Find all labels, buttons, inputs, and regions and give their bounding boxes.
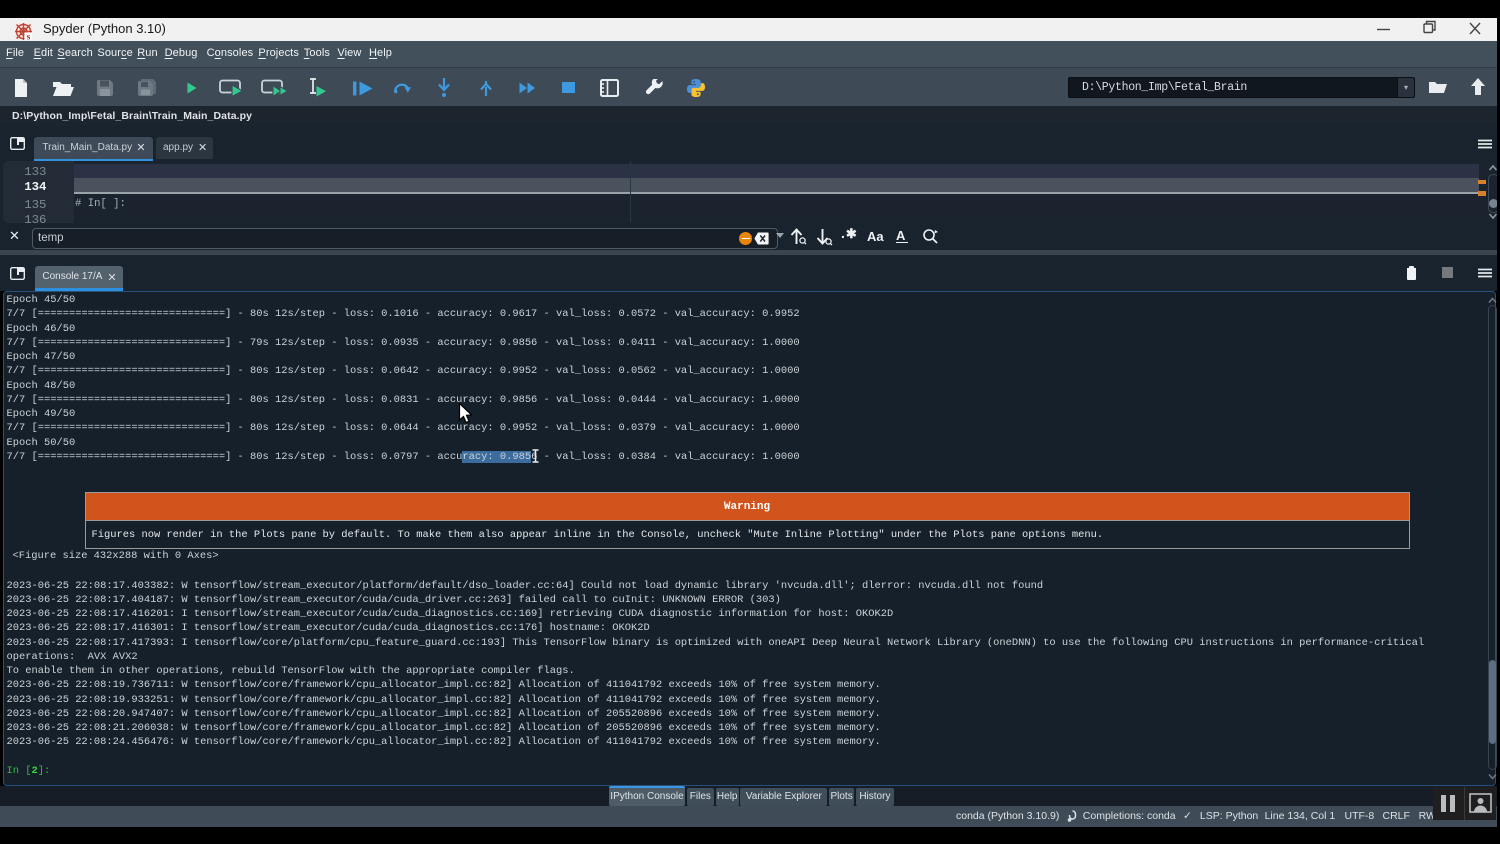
svg-text:s: s: [26, 33, 30, 41]
